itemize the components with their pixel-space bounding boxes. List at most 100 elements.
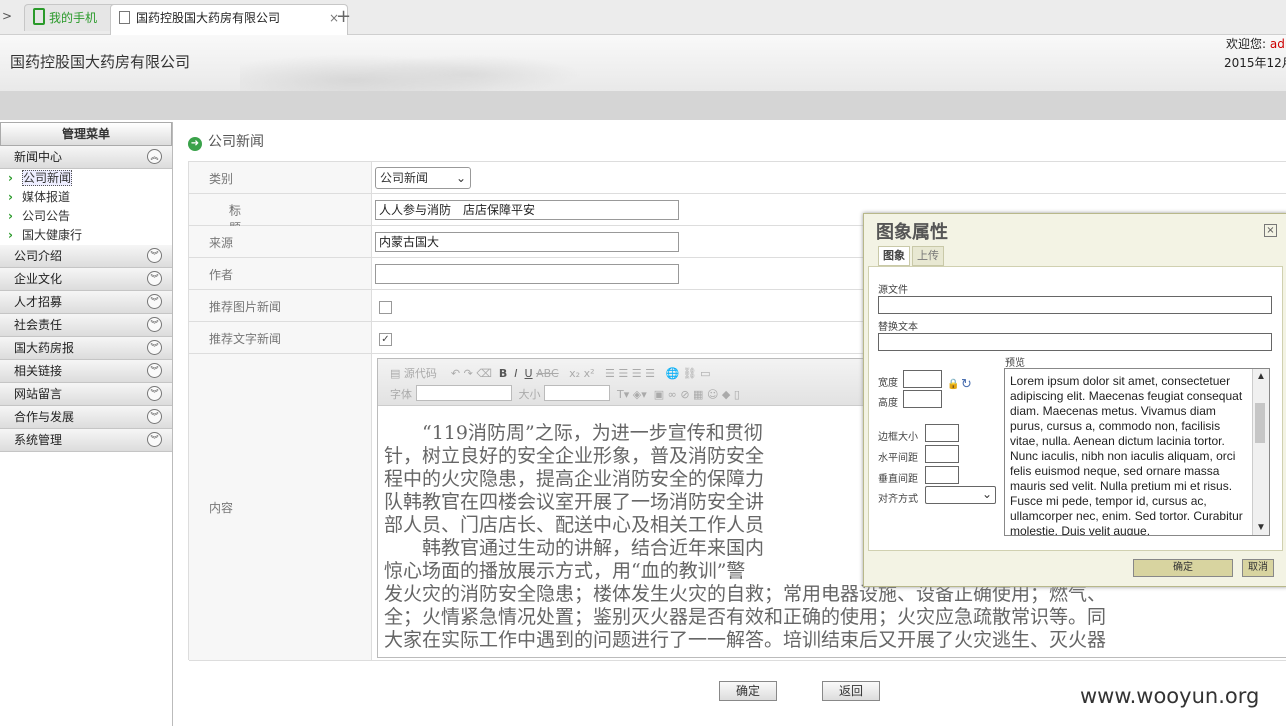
- smiley-icon[interactable]: ☺: [707, 388, 718, 401]
- sidebar-section-responsibility[interactable]: 社会责任 ︾: [0, 314, 172, 337]
- tab-scroll-arrow-icon[interactable]: >: [2, 9, 12, 23]
- expand-icon[interactable]: ︾: [147, 409, 162, 424]
- sidebar-section-careers[interactable]: 人才招募 ︾: [0, 291, 172, 314]
- alt-label: 替换文本: [878, 322, 918, 333]
- tab-image[interactable]: 图象: [878, 246, 910, 266]
- eraser-icon[interactable]: ⌫: [476, 367, 492, 380]
- expand-icon[interactable]: ︾: [147, 432, 162, 447]
- section-label: 新闻中心: [14, 150, 63, 164]
- expand-icon[interactable]: ︾: [147, 386, 162, 401]
- expand-icon[interactable]: ︾: [147, 363, 162, 378]
- align-select[interactable]: ⌄: [925, 486, 996, 504]
- expand-icon[interactable]: ︾: [147, 294, 162, 309]
- content-line: 全；火情紧急情况处置；鉴别灭火器是否有效和正确的使用；火灾应急疏散常识等。同: [384, 606, 1107, 628]
- sidebar-item-health[interactable]: 国大健康行: [0, 226, 172, 245]
- toolbar-row-2: 字体 大小 T▾ ◈▾ ▣ ∞ ⊘ ▦ ☺ ◆ ▯: [390, 385, 740, 402]
- hspace-label: 水平间距: [878, 453, 918, 464]
- sidebar-section-cooperation[interactable]: 合作与发展 ︾: [0, 406, 172, 429]
- expand-icon[interactable]: ︾: [147, 317, 162, 332]
- attachment-icon[interactable]: ∞: [668, 388, 677, 401]
- source-code-button[interactable]: ▤ 源代码: [390, 367, 437, 380]
- border-input[interactable]: [925, 424, 959, 442]
- close-icon[interactable]: ×: [1264, 224, 1277, 237]
- author-input[interactable]: [375, 264, 679, 284]
- font-select[interactable]: [415, 385, 512, 401]
- sidebar-section-links[interactable]: 相关链接 ︾: [0, 360, 172, 383]
- width-input[interactable]: [903, 370, 942, 388]
- browser-tab-bar: > 我的手机 国药控股国大药房有限公司 × +: [0, 0, 1286, 35]
- link-icon[interactable]: 🌐: [666, 367, 680, 380]
- dialog-ok-button[interactable]: 确定: [1133, 559, 1233, 577]
- align-left-icon[interactable]: ☰: [605, 367, 615, 380]
- bold-icon[interactable]: B: [499, 367, 507, 380]
- submit-button[interactable]: 确定: [719, 681, 777, 701]
- subscript-icon[interactable]: x₂: [569, 367, 580, 380]
- size-label: 大小: [518, 388, 541, 401]
- size-select[interactable]: [544, 385, 610, 401]
- scroll-up-icon[interactable]: ▲: [1253, 369, 1269, 384]
- preview-text: Lorem ipsum dolor sit amet, consectetuer…: [1010, 374, 1243, 536]
- label-cell: 类别: [189, 162, 372, 193]
- align-right-icon[interactable]: ☰: [632, 367, 642, 380]
- preview-icon[interactable]: ▯: [734, 388, 740, 401]
- expand-icon[interactable]: ︾: [147, 271, 162, 286]
- label-cell: 内容: [189, 354, 372, 660]
- back-button[interactable]: 返回: [822, 681, 880, 701]
- vspace-input[interactable]: [925, 466, 959, 484]
- rec-text-checkbox[interactable]: ✓: [379, 333, 392, 346]
- flash-icon[interactable]: ⊘: [680, 388, 689, 401]
- undo-icon[interactable]: ↶: [451, 367, 460, 380]
- sidebar-section-culture[interactable]: 企业文化 ︾: [0, 268, 172, 291]
- image-icon[interactable]: ▭: [700, 367, 710, 380]
- sidebar-section-about[interactable]: 公司介绍 ︾: [0, 245, 172, 268]
- section-label: 企业文化: [14, 272, 63, 286]
- title-input[interactable]: 人人参与消防 店店保障平安: [375, 200, 679, 220]
- bg-color-icon[interactable]: ◈▾: [633, 388, 647, 401]
- dialog-cancel-button[interactable]: 取消: [1242, 559, 1274, 577]
- reset-size-icon[interactable]: ↻: [961, 377, 972, 392]
- superscript-icon[interactable]: x²: [584, 367, 595, 380]
- sidebar-item-company-news[interactable]: 公司新闻: [0, 169, 172, 188]
- source-input[interactable]: 内蒙古国大: [375, 232, 679, 252]
- rec-image-checkbox[interactable]: [379, 301, 392, 314]
- sidebar-section-newspaper[interactable]: 国大药房报 ︾: [0, 337, 172, 360]
- tab-my-phone[interactable]: 我的手机: [24, 4, 120, 31]
- src-input[interactable]: [878, 296, 1272, 314]
- scroll-thumb[interactable]: [1255, 403, 1265, 443]
- text-color-icon[interactable]: T▾: [617, 388, 629, 401]
- unlink-icon[interactable]: ⛓: [683, 367, 697, 380]
- special-char-icon[interactable]: ◆: [722, 388, 730, 401]
- justify-icon[interactable]: ☰: [645, 367, 655, 380]
- preview-scrollbar[interactable]: ▲ ▼: [1252, 369, 1269, 535]
- sidebar-section-messages[interactable]: 网站留言 ︾: [0, 383, 172, 406]
- sidebar-section-system[interactable]: 系统管理 ︾: [0, 429, 172, 452]
- tab-active-page[interactable]: 国药控股国大药房有限公司 ×: [110, 4, 348, 35]
- table-icon[interactable]: ▦: [693, 388, 703, 401]
- collapse-icon[interactable]: ︽: [147, 149, 162, 164]
- alt-input[interactable]: [878, 333, 1272, 351]
- sidebar-item-notice[interactable]: 公司公告: [0, 207, 172, 226]
- hspace-input[interactable]: [925, 445, 959, 463]
- sidebar-section-news[interactable]: 新闻中心 ︽: [0, 146, 172, 169]
- italic-icon[interactable]: I: [514, 367, 517, 380]
- border-label: 边框大小: [878, 432, 918, 443]
- height-input[interactable]: [903, 390, 942, 408]
- redo-icon[interactable]: ↷: [464, 367, 473, 380]
- align-center-icon[interactable]: ☰: [618, 367, 628, 380]
- strike-icon[interactable]: ABC: [536, 367, 559, 380]
- lock-ratio-icon[interactable]: 🔒: [947, 379, 959, 390]
- expand-icon[interactable]: ︾: [147, 340, 162, 355]
- scroll-down-icon[interactable]: ▼: [1253, 520, 1269, 535]
- rec-image-label: 推荐图片新闻: [209, 300, 282, 314]
- expand-icon[interactable]: ︾: [147, 248, 162, 263]
- username[interactable]: adr: [1270, 37, 1286, 51]
- chevron-down-icon: ⌄: [981, 487, 992, 501]
- tab-upload[interactable]: 上传: [912, 246, 944, 266]
- tab-label: 国药控股国大药房有限公司: [136, 11, 281, 25]
- sidebar-item-media[interactable]: 媒体报道: [0, 188, 172, 207]
- underline-icon[interactable]: U: [525, 367, 533, 380]
- insert-image-icon[interactable]: ▣: [654, 388, 664, 401]
- category-select[interactable]: 公司新闻 ⌄: [375, 167, 471, 189]
- new-tab-icon[interactable]: +: [336, 6, 351, 27]
- sidebar-title: 管理菜单: [0, 122, 172, 146]
